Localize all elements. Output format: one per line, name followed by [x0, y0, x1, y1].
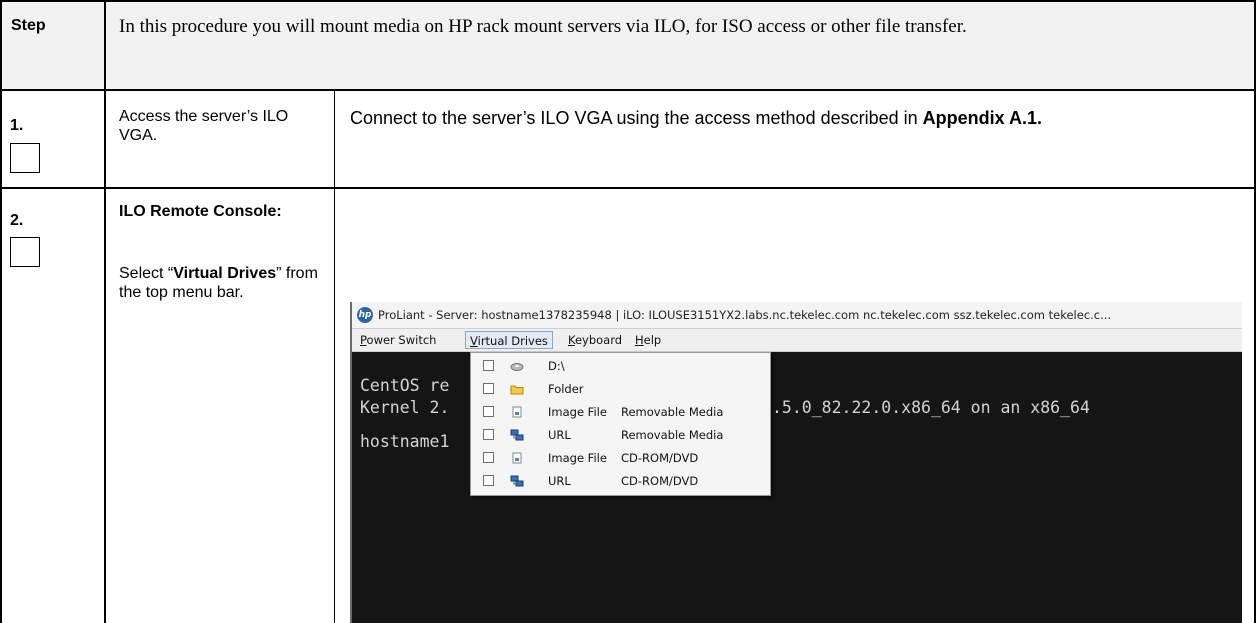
drive-label: Image File — [548, 451, 607, 465]
step-checkbox[interactable] — [10, 237, 40, 267]
row-divider — [0, 89, 1256, 91]
drive-checkbox[interactable] — [483, 452, 494, 463]
procedure-intro: In this procedure you will mount media o… — [119, 16, 967, 37]
drive-checkbox[interactable] — [483, 406, 494, 417]
step-instruction: Connect to the server’s ILO VGA using th… — [350, 108, 1043, 128]
column-divider — [104, 0, 106, 623]
drive-label: URL — [548, 474, 571, 488]
drive-label: Folder — [548, 382, 584, 396]
drive-label: URL — [548, 428, 571, 442]
console-line: hostname1 — [360, 432, 450, 451]
table-border-left — [0, 0, 2, 623]
menu-help[interactable]: Help — [631, 331, 665, 349]
virtual-drives-menu: D:\ Folder Image File Removable Media UR… — [470, 352, 771, 496]
ilo-console-screenshot: hp ProLiant - Server: hostname1378235948… — [350, 302, 1242, 623]
drive-checkbox[interactable] — [483, 383, 494, 394]
network-url-icon — [510, 475, 524, 487]
window-title-bar: hp ProLiant - Server: hostname1378235948… — [352, 302, 1242, 329]
step-title: Access the server’s ILO VGA. — [119, 108, 289, 144]
console-line: CentOS re — [360, 376, 450, 395]
drive-type: CD-ROM/DVD — [621, 474, 699, 488]
drive-type: Removable Media — [621, 405, 724, 419]
drive-option[interactable]: D:\ — [471, 355, 770, 377]
column-divider — [334, 89, 335, 623]
hp-logo-icon: hp — [357, 307, 373, 323]
row-divider — [0, 187, 1256, 189]
drive-type: Removable Media — [621, 428, 724, 442]
drive-option[interactable]: URL CD-ROM/DVD — [471, 470, 770, 492]
step-checkbox[interactable] — [10, 143, 40, 173]
drive-label: Image File — [548, 405, 607, 419]
drive-type: CD-ROM/DVD — [621, 451, 699, 465]
drive-option[interactable]: Image File CD-ROM/DVD — [471, 447, 770, 469]
appendix-reference: Appendix A.1. — [922, 108, 1043, 128]
drive-icon — [510, 363, 524, 371]
step-column-header: Step — [11, 17, 46, 34]
drive-checkbox[interactable] — [483, 475, 494, 486]
step-title: ILO Remote Console: — [119, 203, 282, 220]
drive-checkbox[interactable] — [483, 360, 494, 371]
drive-option[interactable]: URL Removable Media — [471, 424, 770, 446]
drive-label: D:\ — [548, 359, 565, 373]
menu-virtual-drives[interactable]: Virtual Drives — [465, 331, 553, 349]
step-number: 2. — [10, 212, 24, 229]
procedure-table: Step In this procedure you will mount me… — [0, 0, 1256, 623]
window-title: ProLiant - Server: hostname1378235948 | … — [378, 308, 1112, 322]
console-menu-bar: Power Switch Virtual Drives Keyboard Hel… — [352, 329, 1242, 352]
drive-option[interactable]: Folder — [471, 378, 770, 400]
drive-checkbox[interactable] — [483, 429, 494, 440]
menu-power-switch[interactable]: Power Switch — [356, 331, 440, 349]
drive-option[interactable]: Image File Removable Media — [471, 401, 770, 423]
console-line: Kernel 2. — [360, 398, 450, 417]
step-number: 1. — [10, 117, 24, 134]
network-url-icon — [510, 429, 524, 441]
folder-icon — [510, 385, 524, 395]
table-border-top — [0, 0, 1256, 2]
image-file-icon — [512, 406, 522, 418]
step-instruction: Select “Virtual Drives” from the top men… — [119, 265, 318, 301]
image-file-icon — [512, 452, 522, 464]
console-line: .5.0_82.22.0.x86_64 on an x86_64 — [772, 398, 1090, 417]
menu-keyboard[interactable]: Keyboard — [564, 331, 626, 349]
